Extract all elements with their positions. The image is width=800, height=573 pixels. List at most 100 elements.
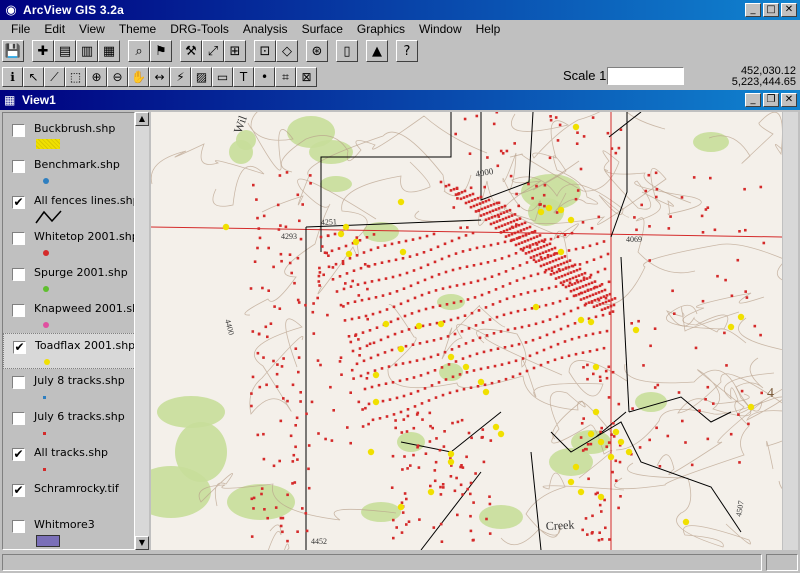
track-point <box>262 356 265 359</box>
menu-surface[interactable]: Surface <box>295 22 350 36</box>
pointer-icon[interactable]: ↖ <box>23 67 44 87</box>
text-icon[interactable]: T <box>233 67 254 87</box>
track-point <box>512 238 516 241</box>
menu-theme[interactable]: Theme <box>112 22 163 36</box>
layer-visibility-checkbox[interactable] <box>12 304 25 317</box>
zoom-in-icon[interactable]: ⊕ <box>86 67 107 87</box>
legend-entry[interactable]: Buckbrush.shp <box>3 117 134 153</box>
add-theme-icon[interactable]: ✚ <box>32 40 54 62</box>
save-project-icon[interactable]: 💾 <box>2 40 24 62</box>
select-by-theme-icon[interactable]: ⊛ <box>306 40 328 62</box>
legend-entry[interactable]: Benchmark.shp <box>3 153 134 189</box>
menu-edit[interactable]: Edit <box>37 22 72 36</box>
menu-view[interactable]: View <box>72 22 112 36</box>
menu-help[interactable]: Help <box>469 22 508 36</box>
identify-icon[interactable]: ℹ <box>2 67 23 87</box>
legend-entry[interactable]: July 6 tracks.shp <box>3 405 134 441</box>
menu-window[interactable]: Window <box>412 22 469 36</box>
menu-file[interactable]: File <box>4 22 37 36</box>
layer-visibility-checkbox[interactable] <box>12 160 25 173</box>
layer-visibility-checkbox[interactable] <box>12 124 25 137</box>
track-point <box>478 336 482 340</box>
layer-visibility-checkbox[interactable] <box>12 232 25 245</box>
menu-graphics[interactable]: Graphics <box>350 22 412 36</box>
layer-visibility-checkbox[interactable] <box>12 412 25 425</box>
track-point <box>394 258 398 262</box>
track-point <box>523 240 527 243</box>
layer-visibility-checkbox[interactable]: ✔ <box>12 484 25 497</box>
track-point <box>548 242 552 246</box>
zoom-out-icon[interactable]: ⊖ <box>107 67 128 87</box>
locate-address-icon[interactable]: ⚒ <box>180 40 202 62</box>
menu-drg-tools[interactable]: DRG-Tools <box>163 22 236 36</box>
draw-point-icon[interactable]: • <box>254 67 275 87</box>
zoom-active-icon[interactable]: ⊞ <box>224 40 246 62</box>
track-point <box>365 344 369 348</box>
legend-entry[interactable]: ✔ Toadflax 2001.shp <box>3 333 134 369</box>
track-point <box>505 297 509 301</box>
legend-entry[interactable]: Whitmore3 <box>3 513 134 549</box>
view-minimize-button[interactable]: _ <box>745 93 761 107</box>
theme-properties-icon[interactable]: ▤ <box>54 40 76 62</box>
legend-entry[interactable]: July 8 tracks.shp <box>3 369 134 405</box>
area-select-icon[interactable]: ▨ <box>191 67 212 87</box>
layer-visibility-checkbox[interactable] <box>12 376 25 389</box>
minimize-button[interactable]: _ <box>745 3 761 17</box>
track-point <box>581 449 585 452</box>
scroll-up-button[interactable]: ▲ <box>135 112 149 126</box>
hotlink-icon[interactable]: ⚡ <box>170 67 191 87</box>
view-close-button[interactable]: ✕ <box>781 93 797 107</box>
zoom-previous-icon[interactable]: ◇ <box>276 40 298 62</box>
track-point <box>327 254 330 257</box>
map-scrollbar[interactable] <box>783 112 798 550</box>
query-builder-icon[interactable]: ⚑ <box>150 40 172 62</box>
layer-visibility-checkbox[interactable]: ✔ <box>12 196 25 209</box>
track-point <box>417 309 421 313</box>
vertex-edit-icon[interactable]: ⟋ <box>44 67 65 87</box>
map-display[interactable]: 4000 4251 4293 4069 4400 4507 4452 Creek Wil 4 <box>151 112 782 550</box>
select-feature-icon[interactable]: ⬚ <box>65 67 86 87</box>
track-point <box>375 326 379 329</box>
legend-entry[interactable]: Spurge 2001.shp <box>3 261 134 297</box>
menu-analysis[interactable]: Analysis <box>236 22 295 36</box>
open-table-icon[interactable]: ▦ <box>98 40 120 62</box>
vegetation-patch <box>309 140 353 164</box>
resize-grip[interactable] <box>766 554 798 571</box>
layer-visibility-checkbox[interactable]: ✔ <box>12 448 25 461</box>
pan-icon[interactable]: ✋ <box>128 67 149 87</box>
track-point <box>507 234 511 237</box>
zoom-selected-icon[interactable]: ⊡ <box>254 40 276 62</box>
track-point <box>585 447 588 451</box>
track-point <box>351 349 355 353</box>
measure-icon[interactable]: ↔ <box>149 67 170 87</box>
close-button[interactable]: ✕ <box>781 3 797 17</box>
zoom-full-extent-icon[interactable]: ⤢ <box>202 40 224 62</box>
scale-input[interactable] <box>607 67 684 85</box>
find-icon[interactable]: ⌕ <box>128 40 150 62</box>
track-point <box>409 464 412 467</box>
layer-name: July 8 tracks.shp <box>34 374 125 387</box>
area-of-interest-icon[interactable]: ⌗ <box>275 67 296 87</box>
surface-tool-icon[interactable]: ▲ <box>366 40 388 62</box>
track-point <box>563 340 567 343</box>
drg-tool-icon[interactable]: ⊠ <box>296 67 317 87</box>
track-point <box>449 318 453 322</box>
legend-entry[interactable]: ✔ All tracks.shp <box>3 441 134 477</box>
view-restore-button[interactable]: ❐ <box>763 93 779 107</box>
help-tool-icon[interactable]: ? <box>396 40 418 62</box>
label-icon[interactable]: ▭ <box>212 67 233 87</box>
legend-entry[interactable]: Whitetop 2001.shp <box>3 225 134 261</box>
layer-visibility-checkbox[interactable] <box>12 268 25 281</box>
legend-entry[interactable]: Knapweed 2001.sh <box>3 297 134 333</box>
layout-icon[interactable]: ▯ <box>336 40 358 62</box>
legend-entry[interactable]: ✔ All fences lines.shp <box>3 189 134 225</box>
scroll-down-button[interactable]: ▼ <box>135 536 149 550</box>
toc-scrollbar[interactable]: ▲ ▼ <box>135 112 149 550</box>
edit-legend-icon[interactable]: ▥ <box>76 40 98 62</box>
contour-line <box>244 178 377 316</box>
track-point <box>510 214 514 217</box>
layer-visibility-checkbox[interactable]: ✔ <box>13 341 26 354</box>
layer-visibility-checkbox[interactable] <box>12 520 25 533</box>
maximize-button[interactable]: □ <box>763 3 779 17</box>
legend-entry[interactable]: ✔ Schramrocky.tif <box>3 477 134 513</box>
